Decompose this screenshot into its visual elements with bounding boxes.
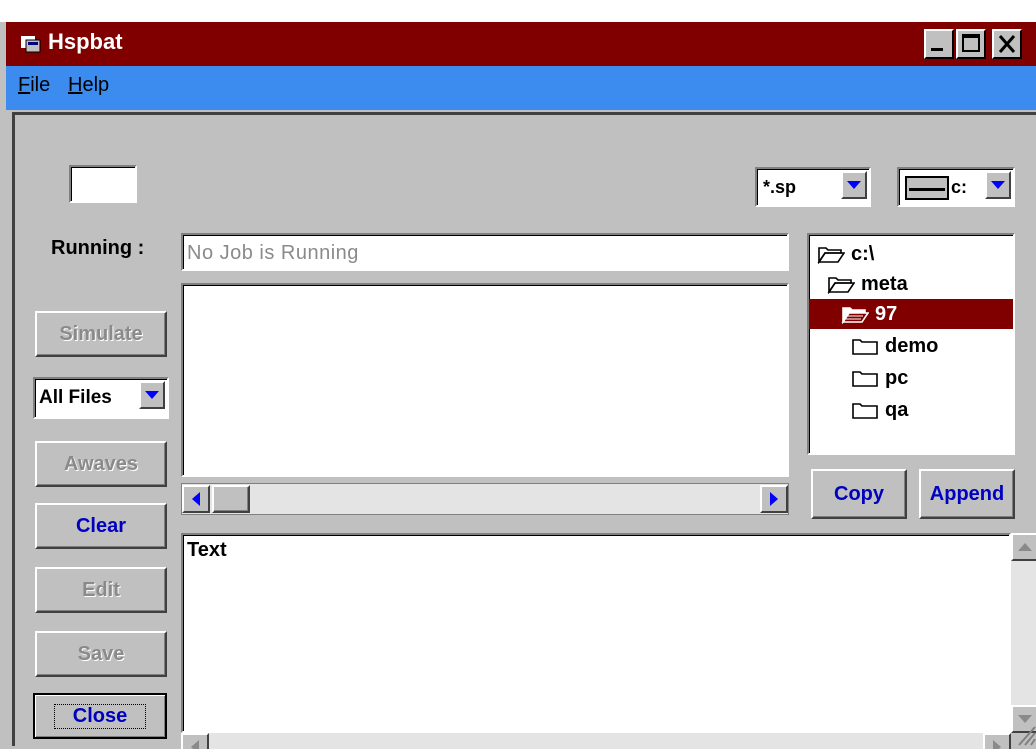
tree-item[interactable]: c:\ xyxy=(817,239,874,269)
menu-file[interactable]: File xyxy=(18,74,50,97)
edit-button[interactable]: Edit xyxy=(35,567,167,613)
tree-item-label: meta xyxy=(861,272,908,295)
close-icon xyxy=(998,35,1016,53)
arrow-left-icon xyxy=(191,740,199,749)
folder-closed-icon xyxy=(852,339,878,355)
indicator-box xyxy=(69,165,137,203)
size-grip-icon[interactable] xyxy=(1013,721,1036,747)
tree-item-label: c:\ xyxy=(851,242,875,265)
arrow-right-icon xyxy=(993,740,1001,749)
file-list-hscrollbar[interactable] xyxy=(181,483,789,515)
folder-closed-icon xyxy=(852,371,878,387)
maximize-button[interactable] xyxy=(956,29,986,59)
file-list[interactable] xyxy=(181,283,789,477)
scroll-up-button[interactable] xyxy=(1011,533,1036,561)
chevron-down-icon[interactable] xyxy=(139,381,165,409)
tree-item[interactable]: meta xyxy=(827,269,908,299)
maximize-icon xyxy=(962,34,980,52)
tree-item-label: demo xyxy=(885,334,939,357)
save-button[interactable]: Save xyxy=(35,631,167,677)
drive-icon xyxy=(905,176,949,200)
filter-dropdown[interactable]: All Files xyxy=(33,377,169,419)
menu-bar: File Help xyxy=(6,66,1036,110)
tree-item-label: 97 xyxy=(875,302,898,325)
output-text: Text xyxy=(187,539,227,561)
scroll-right-button[interactable] xyxy=(760,485,788,513)
close-button[interactable]: Close xyxy=(33,693,167,739)
scroll-left-button[interactable] xyxy=(182,485,210,513)
folder-open-icon xyxy=(827,277,855,294)
window-title: Hspbat xyxy=(48,29,123,54)
arrow-up-icon xyxy=(1018,543,1032,551)
directory-tree[interactable]: c:\ meta 97 demo pc qa xyxy=(807,233,1015,455)
output-hscrollbar[interactable] xyxy=(181,733,1011,749)
output-vscrollbar[interactable] xyxy=(1011,533,1036,733)
append-button[interactable]: Append xyxy=(919,469,1015,519)
title-bar[interactable]: Hspbat xyxy=(6,22,1036,66)
tree-item-label: qa xyxy=(885,398,909,421)
arrow-left-icon xyxy=(192,492,200,506)
desktop-strip xyxy=(0,0,1036,22)
tree-item[interactable]: qa xyxy=(851,395,908,425)
output-scroll-right-button[interactable] xyxy=(983,733,1011,749)
output-scroll-left-button[interactable] xyxy=(181,733,209,749)
tree-item-label: pc xyxy=(885,366,909,389)
clear-button[interactable]: Clear xyxy=(35,503,167,549)
running-status-field: No Job is Running xyxy=(181,233,789,271)
minimize-button[interactable] xyxy=(924,29,954,59)
drive-dropdown[interactable]: c: xyxy=(897,167,1015,207)
output-text-area[interactable]: Text xyxy=(181,533,1011,733)
close-window-button[interactable] xyxy=(992,29,1022,59)
pattern-dropdown-value: *.sp xyxy=(763,177,797,197)
chevron-down-icon[interactable] xyxy=(841,171,867,199)
chevron-down-icon[interactable] xyxy=(985,171,1011,199)
drive-dropdown-value: c: xyxy=(951,177,968,197)
scroll-thumb[interactable] xyxy=(212,485,250,513)
minimize-icon xyxy=(931,48,943,51)
menu-help[interactable]: Help xyxy=(68,74,109,97)
awaves-button[interactable]: Awaves xyxy=(35,441,167,487)
close-button-label: Close xyxy=(53,703,147,729)
folder-open-icon xyxy=(817,247,845,264)
app-window: Hspbat File Help *.sp c: Running: No Jo… xyxy=(6,22,1036,749)
tree-item[interactable]: 97 xyxy=(809,299,1013,329)
filter-dropdown-value: All Files xyxy=(39,387,112,408)
simulate-button[interactable]: Simulate xyxy=(35,311,167,357)
tree-item[interactable]: demo xyxy=(851,331,938,361)
app-icon xyxy=(21,36,41,53)
arrow-right-icon xyxy=(770,492,778,506)
folder-open-icon xyxy=(841,307,869,324)
running-status-text: No Job is Running xyxy=(187,242,359,264)
running-label: Running : xyxy=(51,237,145,259)
folder-closed-icon xyxy=(852,403,878,419)
client-area: *.sp c: Running : No Job is Running c:\ m… xyxy=(12,112,1036,749)
pattern-dropdown[interactable]: *.sp xyxy=(755,167,871,207)
tree-item[interactable]: pc xyxy=(851,363,908,393)
copy-button[interactable]: Copy xyxy=(811,469,907,519)
